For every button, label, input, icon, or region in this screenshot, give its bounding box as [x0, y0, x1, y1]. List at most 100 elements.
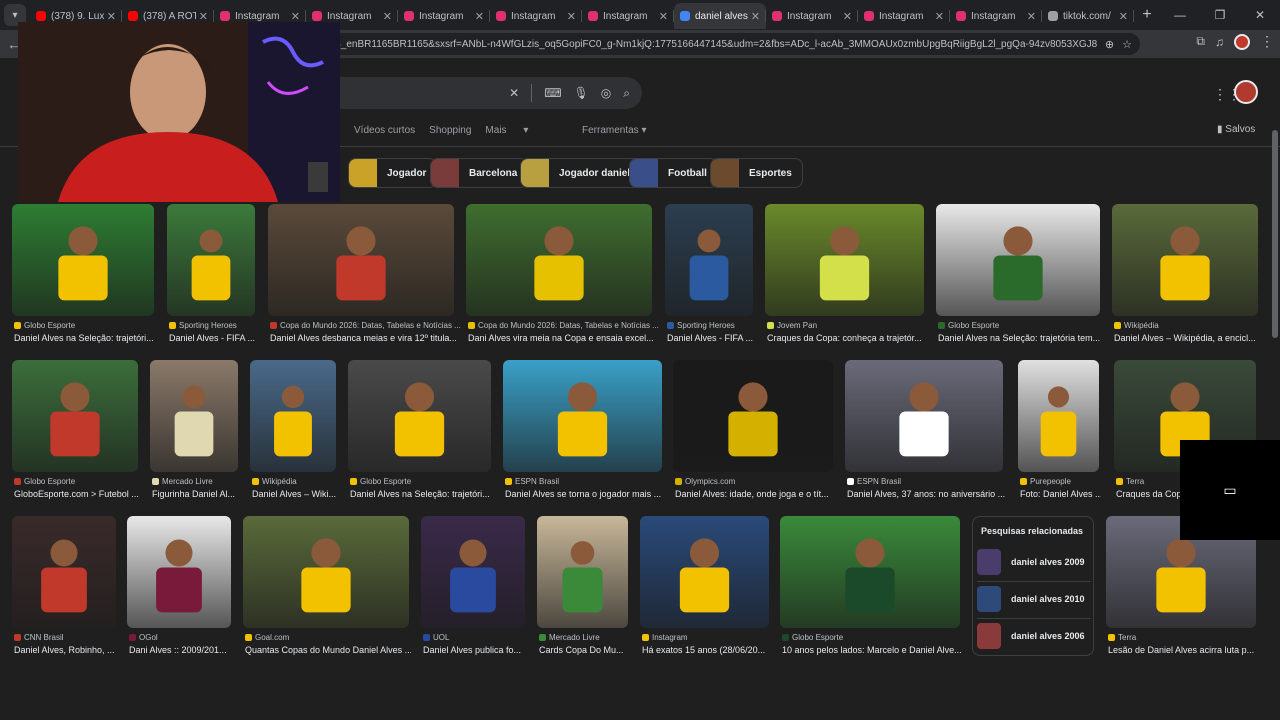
result-thumbnail[interactable] — [845, 360, 1003, 472]
address-bar[interactable]: 1VDKB_enBR1165BR1165&sxsrf=ANbL-n4WfGLzi… — [300, 33, 1140, 55]
minimize-icon[interactable]: — — [1160, 0, 1200, 30]
related-search-item[interactable]: daniel alves 2010 — [977, 584, 1091, 614]
result-thumbnail[interactable] — [12, 516, 116, 628]
image-result[interactable]: Globo Esporte Daniel Alves na Seleção: tr… — [348, 360, 491, 504]
filter-shopping[interactable]: Shopping — [429, 125, 471, 136]
result-caption[interactable]: Dani Alves :: 2009/201... — [129, 645, 233, 655]
image-result[interactable]: Globo Esporte 10 anos pelos lados: Marcel… — [780, 516, 962, 660]
filter-short-videos[interactable]: Vídeos curtos — [354, 125, 415, 136]
browser-tab[interactable]: Instagram ✕ — [582, 3, 674, 29]
zoom-icon[interactable]: ⊕ — [1105, 38, 1114, 51]
result-caption[interactable]: GloboEsporte.com > Futebol ... — [14, 489, 140, 499]
result-thumbnail[interactable] — [1112, 204, 1258, 316]
result-thumbnail[interactable] — [12, 360, 138, 472]
result-caption[interactable]: Daniel Alves – Wikipédia, a encicl... — [1114, 333, 1260, 343]
image-result[interactable]: Goal.com Quantas Copas do Mundo Daniel Al… — [243, 516, 411, 660]
result-thumbnail[interactable] — [348, 360, 491, 472]
result-caption[interactable]: Cards Copa Do Mu... — [539, 645, 630, 655]
result-caption[interactable]: Daniel Alves desbanca meias e vira 12º t… — [270, 333, 456, 343]
close-tab-icon[interactable]: ✕ — [199, 10, 208, 23]
result-thumbnail[interactable] — [268, 204, 454, 316]
related-search-item[interactable]: daniel alves 2009 — [977, 547, 1091, 577]
account-avatar[interactable] — [1234, 80, 1258, 104]
image-result[interactable]: Mercado Livre Cards Copa Do Mu... — [537, 516, 628, 660]
result-caption[interactable]: Daniel Alves - FIFA ... — [667, 333, 755, 343]
image-result[interactable]: Sporting Heroes Daniel Alves - FIFA ... — [167, 204, 255, 348]
result-caption[interactable]: 10 anos pelos lados: Marcelo e Daniel Al… — [782, 645, 962, 655]
search-box[interactable]: ✕ ⌨ 🎙 ◎ ⌕ — [330, 77, 642, 109]
image-result[interactable]: CNN Brasil Daniel Alves, Robinho, ... — [12, 516, 116, 660]
microphone-icon[interactable]: 🎙 — [574, 86, 589, 100]
image-result[interactable]: Copa do Mundo 2026: Datas, Tabelas e Not… — [466, 204, 659, 348]
result-thumbnail[interactable] — [421, 516, 525, 628]
close-tab-icon[interactable]: ✕ — [107, 10, 116, 23]
browser-profile-avatar[interactable] — [1234, 33, 1250, 50]
extensions-icon[interactable]: ⧉ — [1196, 34, 1205, 49]
keyboard-icon[interactable]: ⌨ — [544, 86, 561, 100]
result-caption[interactable]: Lesão de Daniel Alves acirra luta p... — [1108, 645, 1258, 655]
close-tab-icon[interactable]: ✕ — [383, 10, 392, 23]
close-window-icon[interactable]: ✕ — [1240, 0, 1280, 30]
scrollbar[interactable] — [1272, 130, 1278, 338]
result-caption[interactable]: Daniel Alves, Robinho, ... — [14, 645, 118, 655]
close-tab-icon[interactable]: ✕ — [1027, 10, 1036, 23]
refine-chip[interactable]: Esportes — [710, 158, 803, 188]
result-thumbnail[interactable] — [503, 360, 662, 472]
image-result[interactable]: Purepeople Foto: Daniel Alves ... — [1018, 360, 1101, 504]
image-result[interactable]: Globo Esporte Daniel Alves na Seleção: tr… — [936, 204, 1100, 348]
result-caption[interactable]: Daniel Alves publica fo... — [423, 645, 527, 655]
result-caption[interactable]: Dani Alves vira meia na Copa e ensaia ex… — [468, 333, 654, 343]
image-result[interactable]: Globo Esporte Daniel Alves na Seleção: tr… — [12, 204, 154, 348]
result-caption[interactable]: Daniel Alves na Seleção: trajetória tem.… — [938, 333, 1102, 343]
image-result[interactable]: UOL Daniel Alves publica fo... — [421, 516, 525, 660]
result-thumbnail[interactable] — [673, 360, 833, 472]
image-result[interactable]: Mercado Livre Figurinha Daniel Al... — [150, 360, 238, 504]
browser-tab[interactable]: Instagram ✕ — [490, 3, 582, 29]
image-result[interactable]: Sporting Heroes Daniel Alves - FIFA ... — [665, 204, 753, 348]
result-caption[interactable]: Figurinha Daniel Al... — [152, 489, 240, 499]
result-thumbnail[interactable] — [150, 360, 238, 472]
image-result[interactable]: ESPN Brasil Daniel Alves, 37 anos: no ani… — [845, 360, 1005, 504]
refine-chip[interactable]: Jogador — [348, 158, 438, 188]
result-caption[interactable]: Daniel Alves – Wiki... — [252, 489, 338, 499]
result-thumbnail[interactable] — [250, 360, 336, 472]
result-caption[interactable]: Quantas Copas do Mundo Daniel Alves ... — [245, 645, 411, 655]
close-tab-icon[interactable]: ✕ — [751, 10, 760, 23]
result-caption[interactable]: Daniel Alves na Seleção: trajetóri... — [350, 489, 493, 499]
filter-more[interactable]: Mais ▾ — [485, 125, 542, 136]
maximize-icon[interactable]: ❐ — [1200, 0, 1240, 30]
refine-chip[interactable]: Football — [629, 158, 718, 188]
browser-tab[interactable]: Instagram ✕ — [950, 3, 1042, 29]
close-tab-icon[interactable]: ✕ — [843, 10, 852, 23]
saved-link[interactable]: ▮ Salvos — [1217, 124, 1255, 135]
media-controls-icon[interactable]: ♫ — [1215, 35, 1224, 49]
result-thumbnail[interactable] — [466, 204, 652, 316]
image-result[interactable]: ESPN Brasil Daniel Alves se torna o jogad… — [503, 360, 662, 504]
image-result[interactable]: Globo Esporte GloboEsporte.com > Futebol … — [12, 360, 140, 504]
result-caption[interactable]: Há exatos 15 anos (28/06/20... — [642, 645, 771, 655]
browser-tab[interactable]: Instagram ✕ — [398, 3, 490, 29]
result-thumbnail[interactable] — [1018, 360, 1099, 472]
search-icon[interactable]: ⌕ — [623, 86, 630, 101]
image-result[interactable]: OGol Dani Alves :: 2009/201... — [127, 516, 231, 660]
result-thumbnail[interactable] — [243, 516, 409, 628]
close-tab-icon[interactable]: ✕ — [935, 10, 944, 23]
browser-tab[interactable]: tiktok.com/ ✕ — [1042, 3, 1134, 29]
new-tab-button[interactable]: + — [1134, 6, 1160, 24]
result-caption[interactable]: Daniel Alves na Seleção: trajetóri... — [14, 333, 156, 343]
related-search-item[interactable]: daniel alves 2006 — [977, 621, 1091, 651]
image-result[interactable]: Wikipédia Daniel Alves – Wikipédia, a enc… — [1112, 204, 1258, 348]
bookmark-star-icon[interactable]: ☆ — [1122, 38, 1132, 51]
tools-menu[interactable]: Ferramentas ▾ — [582, 125, 647, 136]
refine-chip[interactable]: Jogador daniel — [520, 158, 642, 188]
result-thumbnail[interactable] — [640, 516, 769, 628]
close-tab-icon[interactable]: ✕ — [475, 10, 484, 23]
close-tab-icon[interactable]: ✕ — [291, 10, 300, 23]
browser-menu-icon[interactable]: ⋮ — [1260, 33, 1274, 50]
browser-tab[interactable]: Instagram ✕ — [858, 3, 950, 29]
result-caption[interactable]: Daniel Alves, 37 anos: no aniversário ..… — [847, 489, 1005, 499]
result-caption[interactable]: Daniel Alves - FIFA ... — [169, 333, 257, 343]
result-thumbnail[interactable] — [936, 204, 1100, 316]
image-result[interactable]: Jovem Pan Craques da Copa: conheça a traj… — [765, 204, 924, 348]
image-result[interactable]: Wikipédia Daniel Alves – Wiki... — [250, 360, 336, 504]
